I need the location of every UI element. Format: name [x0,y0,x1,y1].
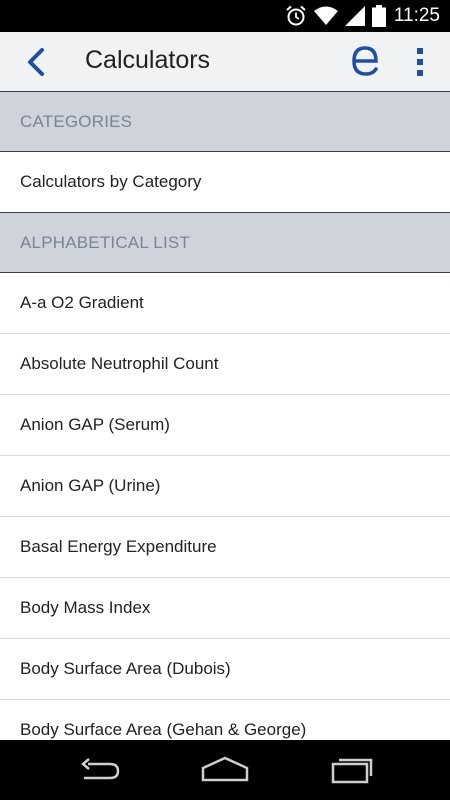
overflow-menu-icon[interactable] [405,42,435,82]
calculators-list[interactable]: CATEGORIES Calculators by Category ALPHA… [0,92,450,740]
alarm-icon [286,5,306,26]
recent-apps-icon[interactable] [329,754,377,784]
list-item[interactable]: A-a O2 Gradient [0,273,450,334]
section-header-alphabetical: ALPHABETICAL LIST [0,213,450,273]
epocrates-e-icon[interactable] [345,40,385,80]
back-chevron-icon[interactable] [18,44,54,80]
list-item[interactable]: Absolute Neutrophil Count [0,334,450,395]
page-title: Calculators [85,46,211,74]
list-item[interactable]: Anion GAP (Serum) [0,395,450,456]
signal-icon [345,6,365,26]
system-nav-bar [0,740,450,800]
status-time: 11:25 [393,5,440,26]
list-item[interactable]: Basal Energy Expenditure [0,517,450,578]
back-nav-icon[interactable] [76,756,124,786]
home-nav-icon[interactable] [201,754,249,784]
list-item[interactable]: Body Surface Area (Dubois) [0,639,450,700]
battery-icon [372,5,386,27]
list-item[interactable]: Body Mass Index [0,578,450,639]
wifi-icon [314,6,338,25]
status-bar: 11:25 [0,0,450,32]
section-header-categories: CATEGORIES [0,92,450,152]
list-item[interactable]: Body Surface Area (Gehan & George) [0,700,450,740]
app-bar: Calculators [0,32,450,92]
list-item[interactable]: Anion GAP (Urine) [0,456,450,517]
list-item[interactable]: Calculators by Category [0,152,450,213]
